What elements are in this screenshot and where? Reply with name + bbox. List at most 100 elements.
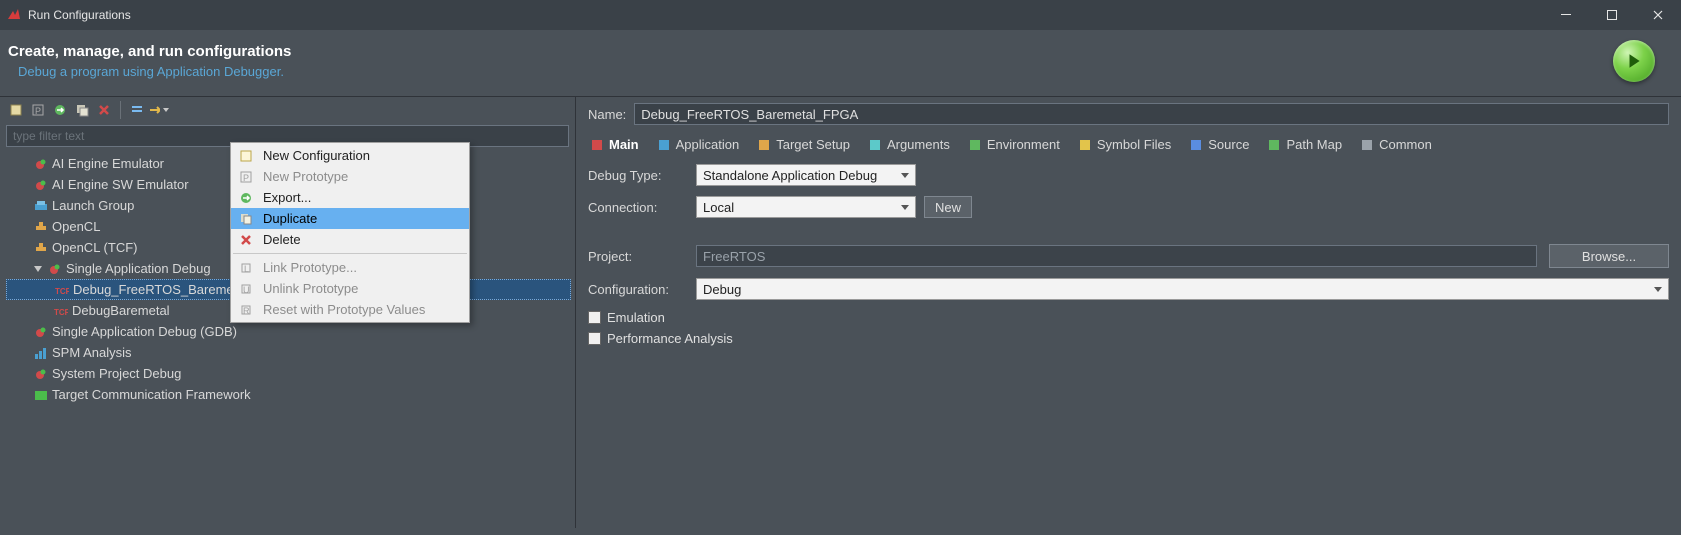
connection-select[interactable]: Local	[696, 196, 916, 218]
tab-label: Target Setup	[776, 137, 850, 152]
collapse-all-button[interactable]	[127, 100, 147, 120]
menu-item-link-prototype: L Link Prototype...	[231, 257, 469, 278]
circuit-icon	[34, 220, 48, 234]
new-config-button[interactable]	[6, 100, 26, 120]
new-connection-button[interactable]: New	[924, 196, 972, 218]
debug-type-label: Debug Type:	[588, 168, 684, 183]
configuration-select[interactable]: Debug	[696, 278, 1669, 300]
menu-item-duplicate[interactable]: Duplicate	[231, 208, 469, 229]
tcf-icon: TCF	[54, 304, 68, 318]
svg-text:TCF: TCF	[55, 287, 69, 296]
tab-symbol-files[interactable]: Symbol Files	[1076, 135, 1173, 154]
maximize-button[interactable]	[1589, 0, 1635, 30]
browse-button[interactable]: Browse...	[1549, 244, 1669, 268]
banner-heading: Create, manage, and run configurations	[8, 43, 291, 60]
bug-icon	[34, 157, 48, 171]
tab-icon	[757, 138, 771, 152]
new-prototype-button[interactable]: P	[28, 100, 48, 120]
tab-label: Common	[1379, 137, 1432, 152]
menu-item-label: Unlink Prototype	[263, 281, 358, 296]
menu-item-unlink-prototype: UUnlink Prototype	[231, 278, 469, 299]
tab-path-map[interactable]: Path Map	[1265, 135, 1344, 154]
performance-checkbox[interactable]	[588, 332, 601, 345]
menu-item-label: New Configuration	[263, 148, 370, 163]
chevron-down-icon	[901, 205, 909, 210]
circuit-icon	[34, 241, 48, 255]
project-field: FreeRTOS	[696, 245, 1537, 267]
menu-item-export[interactable]: Export...	[231, 187, 469, 208]
tab-icon	[1078, 138, 1092, 152]
emulation-label: Emulation	[607, 310, 665, 325]
menu-item-label: Export...	[263, 190, 311, 205]
tree-item-label: System Project Debug	[52, 366, 181, 381]
chevron-down-icon	[901, 173, 909, 178]
link-icon: L	[237, 261, 255, 275]
tab-label: Arguments	[887, 137, 950, 152]
tab-icon	[657, 138, 671, 152]
tab-icon	[868, 138, 882, 152]
tree-item[interactable]: Target Communication Framework	[6, 384, 571, 405]
minimize-button[interactable]	[1543, 0, 1589, 30]
left-toolbar: P	[0, 97, 575, 123]
tab-environment[interactable]: Environment	[966, 135, 1062, 154]
name-input[interactable]	[634, 103, 1669, 125]
tree-item-label: AI Engine SW Emulator	[52, 177, 189, 192]
delete-button[interactable]	[94, 100, 114, 120]
tab-label: Path Map	[1286, 137, 1342, 152]
new-icon	[237, 149, 255, 163]
menu-item-delete[interactable]: Delete	[231, 229, 469, 250]
export-button[interactable]	[50, 100, 70, 120]
emulation-checkbox[interactable]	[588, 311, 601, 324]
tab-icon	[1267, 138, 1281, 152]
title-bar: Run Configurations	[0, 0, 1681, 30]
tree-item-label: SPM Analysis	[52, 345, 131, 360]
close-button[interactable]	[1635, 0, 1681, 30]
copy-icon	[237, 212, 255, 226]
tree-item[interactable]: System Project Debug	[6, 363, 571, 384]
app-icon	[6, 7, 22, 23]
tree-item-label: Single Application Debug (GDB)	[52, 324, 237, 339]
tree-item[interactable]: SPM Analysis	[6, 342, 571, 363]
menu-item-new-prototype: PNew Prototype	[231, 166, 469, 187]
svg-text:L: L	[244, 264, 249, 274]
tab-main[interactable]: Main	[588, 135, 641, 154]
proto-icon: P	[237, 170, 255, 184]
tree-item-label: Target Communication Framework	[52, 387, 251, 402]
menu-item-new-configuration[interactable]: New Configuration	[231, 145, 469, 166]
tab-source[interactable]: Source	[1187, 135, 1251, 154]
tab-application[interactable]: Application	[655, 135, 742, 154]
banner: Create, manage, and run configurations D…	[0, 30, 1681, 97]
duplicate-button[interactable]	[72, 100, 92, 120]
project-value: FreeRTOS	[703, 249, 765, 264]
bug-icon	[34, 325, 48, 339]
chart-icon	[34, 346, 48, 360]
filter-button[interactable]	[149, 100, 169, 120]
project-label: Project:	[588, 249, 684, 264]
chevron-down-icon	[1654, 287, 1662, 292]
tcf-icon: TCF	[55, 283, 69, 297]
menu-item-label: Link Prototype...	[263, 260, 357, 275]
svg-text:TCF: TCF	[54, 308, 68, 317]
bug-icon	[34, 367, 48, 381]
menu-item-label: Reset with Prototype Values	[263, 302, 425, 317]
reset-icon: R	[237, 303, 255, 317]
toolbar-separator	[120, 101, 121, 119]
menu-item-label: Delete	[263, 232, 301, 247]
name-label: Name:	[588, 107, 626, 122]
performance-label: Performance Analysis	[607, 331, 733, 346]
debug-type-select[interactable]: Standalone Application Debug	[696, 164, 916, 186]
tree-item[interactable]: Single Application Debug (GDB)	[6, 321, 571, 342]
tree-item-label: Single Application Debug	[66, 261, 211, 276]
configuration-label: Configuration:	[588, 282, 684, 297]
run-icon	[1613, 40, 1655, 82]
delete-icon	[237, 233, 255, 247]
tab-arguments[interactable]: Arguments	[866, 135, 952, 154]
bug-icon	[48, 262, 62, 276]
context-menu: New Configuration PNew Prototype Export...…	[230, 142, 470, 323]
window-title: Run Configurations	[28, 8, 131, 22]
twisty-icon[interactable]	[34, 266, 42, 272]
connection-value: Local	[703, 200, 734, 215]
tab-target-setup[interactable]: Target Setup	[755, 135, 852, 154]
tab-common[interactable]: Common	[1358, 135, 1434, 154]
tab-icon	[1189, 138, 1203, 152]
